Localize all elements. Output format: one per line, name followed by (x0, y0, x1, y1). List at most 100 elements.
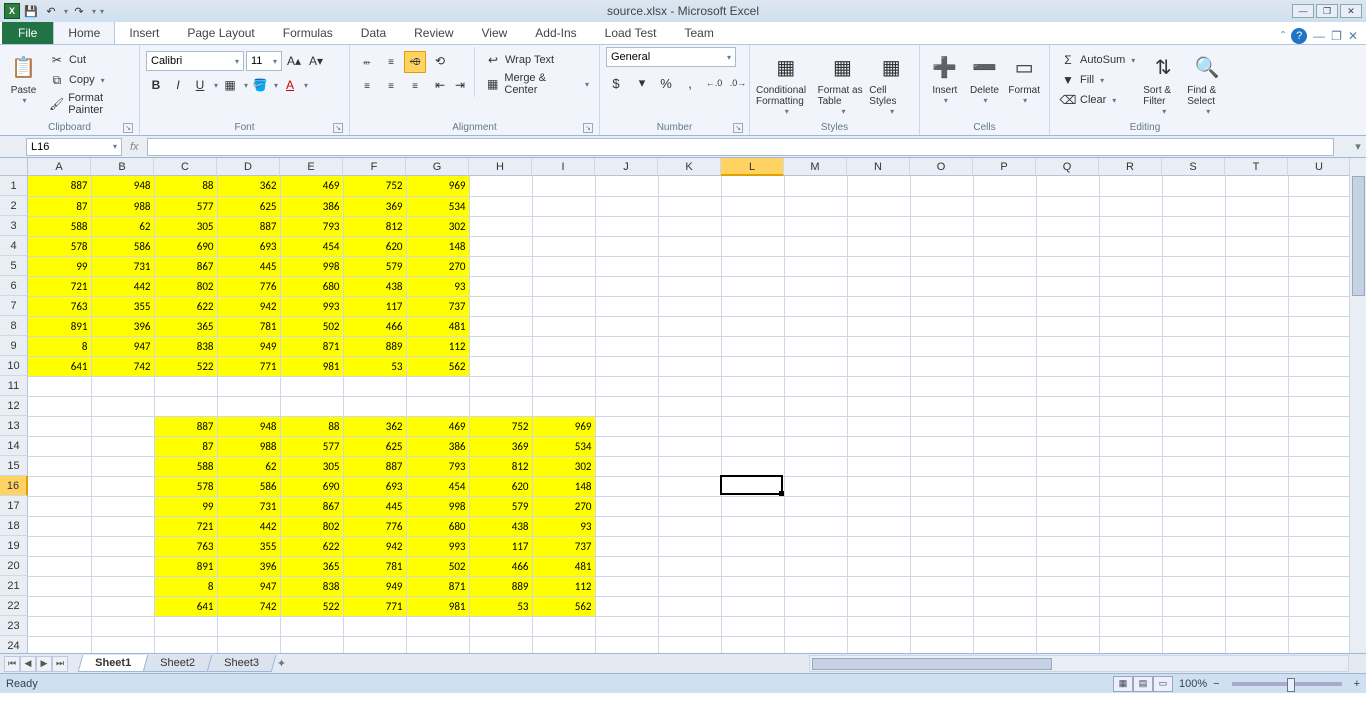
cell[interactable]: 270 (406, 256, 469, 276)
font-name-combo[interactable]: Calibri▾ (146, 51, 244, 71)
cell[interactable] (973, 236, 1036, 256)
cell[interactable]: 690 (280, 476, 343, 496)
cell[interactable] (847, 336, 910, 356)
row-header[interactable]: 24 (0, 636, 28, 653)
italic-button[interactable]: I (168, 75, 188, 95)
cell[interactable]: 752 (343, 176, 406, 196)
cell[interactable] (595, 536, 658, 556)
sheet-tab-sheet2[interactable]: Sheet2 (143, 655, 212, 672)
row-header[interactable]: 23 (0, 616, 28, 636)
cell[interactable]: 622 (154, 296, 217, 316)
cell[interactable] (1099, 196, 1162, 216)
cell[interactable] (973, 616, 1036, 636)
cell[interactable]: 981 (280, 356, 343, 376)
cell[interactable] (721, 456, 784, 476)
cell[interactable] (721, 596, 784, 616)
align-left-button[interactable]: ≡ (356, 75, 378, 97)
cell[interactable] (784, 376, 847, 396)
cell[interactable]: 469 (406, 416, 469, 436)
cell[interactable] (658, 616, 721, 636)
cell[interactable] (1036, 196, 1099, 216)
cell[interactable] (721, 216, 784, 236)
cell[interactable] (910, 336, 973, 356)
cell[interactable] (1288, 496, 1351, 516)
cell[interactable]: 586 (91, 236, 154, 256)
cell[interactable] (1036, 236, 1099, 256)
tab-add-ins[interactable]: Add-Ins (521, 22, 590, 44)
cell[interactable] (658, 456, 721, 476)
row-header[interactable]: 4 (0, 236, 28, 256)
cell[interactable] (658, 316, 721, 336)
cell[interactable] (406, 396, 469, 416)
cell[interactable] (1099, 316, 1162, 336)
cell[interactable] (1036, 396, 1099, 416)
cell[interactable] (595, 416, 658, 436)
restore-button[interactable]: ❐ (1316, 4, 1338, 18)
row-header[interactable]: 7 (0, 296, 28, 316)
cell[interactable] (1288, 196, 1351, 216)
cell[interactable] (1162, 376, 1225, 396)
cell[interactable] (1036, 616, 1099, 636)
cell[interactable]: 445 (343, 496, 406, 516)
cell[interactable]: 891 (28, 316, 91, 336)
sheet-nav-last-icon[interactable]: ⏭ (52, 656, 68, 672)
cell[interactable] (91, 596, 154, 616)
format-button[interactable]: ▭Format▾ (1005, 47, 1043, 105)
column-header[interactable]: B (91, 158, 154, 176)
conditional-formatting-button[interactable]: ▦Conditional Formatting▾ (756, 47, 816, 116)
cell[interactable] (595, 176, 658, 196)
zoom-in-button[interactable]: + (1354, 678, 1360, 690)
cell[interactable]: 802 (154, 276, 217, 296)
zoom-level[interactable]: 100% (1179, 678, 1207, 690)
cell[interactable] (1288, 476, 1351, 496)
cell[interactable] (910, 396, 973, 416)
cell[interactable] (1036, 316, 1099, 336)
column-header[interactable]: L (721, 158, 784, 176)
spreadsheet-grid[interactable]: ABCDEFGHIJKLMNOPQRSTU 123456789101112131… (0, 158, 1366, 653)
cell[interactable] (658, 516, 721, 536)
cell[interactable] (784, 496, 847, 516)
cell[interactable] (973, 256, 1036, 276)
cell[interactable]: 305 (154, 216, 217, 236)
cell[interactable] (658, 576, 721, 596)
cell[interactable] (1036, 516, 1099, 536)
close-button[interactable]: ✕ (1340, 4, 1362, 18)
cell[interactable] (784, 396, 847, 416)
cell[interactable]: 680 (406, 516, 469, 536)
cell[interactable]: 502 (406, 556, 469, 576)
font-size-combo[interactable]: 11▾ (246, 51, 282, 71)
cell[interactable]: 355 (217, 536, 280, 556)
cell[interactable]: 369 (343, 196, 406, 216)
cell[interactable] (973, 176, 1036, 196)
row-header[interactable]: 12 (0, 396, 28, 416)
row-header[interactable]: 6 (0, 276, 28, 296)
cell[interactable]: 522 (154, 356, 217, 376)
cell[interactable] (784, 596, 847, 616)
cell[interactable] (532, 216, 595, 236)
undo-icon[interactable]: ↶ (42, 2, 60, 20)
row-header[interactable]: 10 (0, 356, 28, 376)
cell[interactable]: 948 (217, 416, 280, 436)
cell[interactable] (217, 636, 280, 653)
column-header[interactable]: K (658, 158, 721, 176)
insert-button[interactable]: ➕Insert▾ (926, 47, 964, 105)
row-header[interactable]: 1 (0, 176, 28, 196)
cell[interactable]: 988 (91, 196, 154, 216)
cell[interactable] (469, 396, 532, 416)
cell[interactable] (721, 396, 784, 416)
cell[interactable]: 993 (406, 536, 469, 556)
cell[interactable] (721, 576, 784, 596)
cell[interactable]: 838 (280, 576, 343, 596)
cell[interactable] (847, 556, 910, 576)
cell[interactable] (910, 256, 973, 276)
cell[interactable] (1036, 456, 1099, 476)
cell[interactable]: 88 (154, 176, 217, 196)
cell[interactable] (784, 416, 847, 436)
cell[interactable]: 731 (217, 496, 280, 516)
cell[interactable] (1162, 516, 1225, 536)
cells[interactable]: 8879488836246975296987988577625386369534… (28, 176, 1352, 653)
cell[interactable] (1036, 576, 1099, 596)
cell[interactable]: 871 (406, 576, 469, 596)
sheet-tab-sheet1[interactable]: Sheet1 (78, 655, 149, 672)
cell[interactable]: 942 (217, 296, 280, 316)
